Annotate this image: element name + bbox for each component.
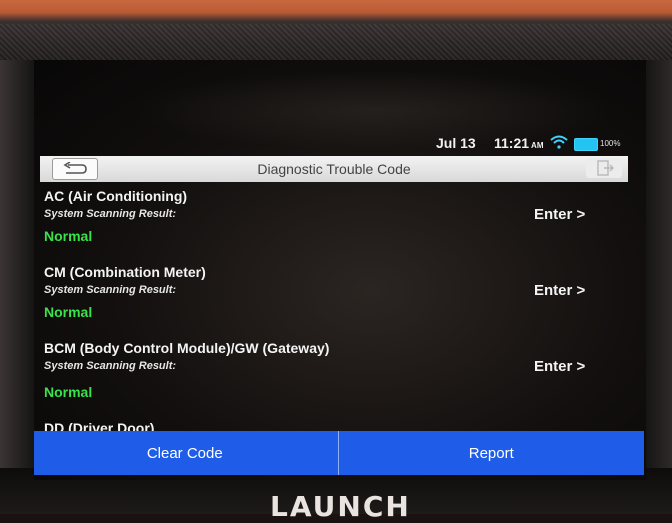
enter-button[interactable]: Enter > (534, 206, 585, 223)
scan-result-label: System Scanning Result: (44, 360, 177, 372)
status-date: Jul 13 (436, 135, 476, 151)
system-name: CM (Combination Meter) (44, 264, 206, 280)
enter-button[interactable]: Enter > (534, 358, 585, 375)
exit-icon (597, 160, 614, 176)
page-title: Diagnostic Trouble Code (257, 161, 411, 177)
scan-status: Normal (44, 384, 93, 400)
bottom-action-bar: Clear Code Report (34, 431, 644, 475)
system-name: AC (Air Conditioning) (44, 188, 188, 204)
status-time-value: 11:21 (494, 135, 530, 151)
battery-percent: 100% (600, 139, 621, 148)
status-bar: Jul 13 11:21 AM 100% (34, 132, 646, 154)
enter-button[interactable]: Enter > (534, 282, 585, 299)
title-bar: Diagnostic Trouble Code (40, 156, 628, 182)
status-ampm: AM (531, 141, 544, 150)
wifi-icon (550, 135, 568, 149)
system-name: BCM (Body Control Module)/GW (Gateway) (44, 340, 330, 356)
report-button[interactable]: Report (337, 431, 645, 475)
scan-status: Normal (44, 228, 93, 244)
device-frame-left (0, 60, 38, 514)
scan-status: Normal (44, 304, 93, 320)
scan-result-label: System Scanning Result: (44, 284, 177, 296)
clear-code-button[interactable]: Clear Code (34, 431, 338, 475)
battery-icon (574, 138, 598, 151)
exit-button[interactable] (586, 158, 622, 178)
device-brand-logo: LAUNCH (270, 490, 411, 523)
status-time: 11:21 AM (494, 135, 544, 151)
device-screen: Jul 13 11:21 AM 100% Diagnostic Trouble C… (34, 60, 646, 480)
scan-result-label: System Scanning Result: (44, 208, 177, 220)
